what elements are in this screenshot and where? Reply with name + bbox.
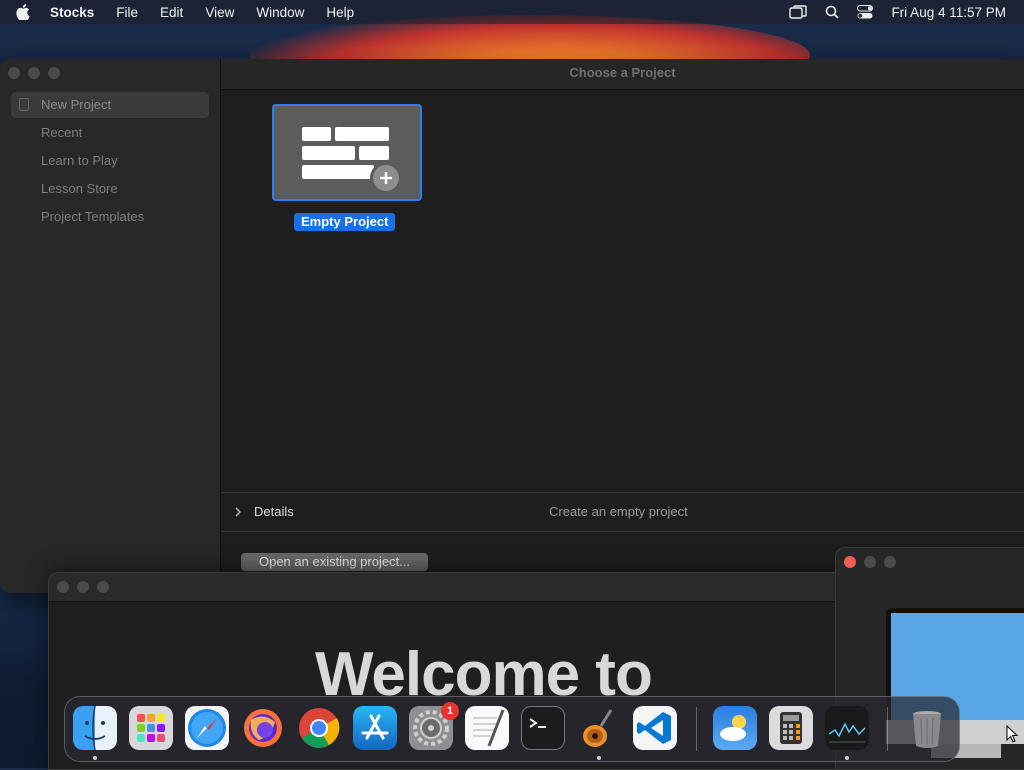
close-button[interactable] bbox=[57, 581, 69, 593]
menu-help[interactable]: Help bbox=[315, 5, 365, 20]
menu-view[interactable]: View bbox=[194, 5, 245, 20]
running-indicator bbox=[845, 756, 849, 760]
details-description: Create an empty project bbox=[549, 504, 688, 519]
sidebar-item-label: Recent bbox=[41, 125, 83, 140]
zoom-button[interactable] bbox=[97, 581, 109, 593]
terminal-icon[interactable] bbox=[521, 706, 565, 750]
window-controls bbox=[57, 581, 109, 593]
empty-project-tile[interactable] bbox=[272, 104, 422, 201]
welcome-window-titlebar bbox=[49, 573, 849, 602]
zoom-button[interactable] bbox=[884, 556, 896, 568]
menu-edit[interactable]: Edit bbox=[149, 5, 194, 20]
chrome-icon[interactable] bbox=[297, 706, 341, 750]
firefox-icon[interactable] bbox=[241, 706, 285, 750]
sidebar-item-learn-to-play[interactable]: Learn to Play bbox=[11, 148, 209, 174]
notification-badge: 1 bbox=[441, 702, 459, 720]
open-existing-project-button[interactable]: Open an existing project... bbox=[241, 553, 428, 571]
details-bar: Details Create an empty project bbox=[221, 492, 1024, 532]
window-controls bbox=[844, 556, 896, 568]
sidebar-item-label: Learn to Play bbox=[41, 153, 118, 168]
sidebar-item-lesson-store[interactable]: Lesson Store bbox=[11, 176, 209, 202]
sidebar: New Project Recent Learn to Play Lesson … bbox=[0, 59, 221, 593]
window-controls bbox=[8, 67, 60, 79]
menu-window[interactable]: Window bbox=[245, 5, 315, 20]
weather-icon[interactable] bbox=[713, 706, 757, 750]
spotlight-search-icon[interactable] bbox=[825, 5, 840, 19]
sidebar-item-label: New Project bbox=[41, 97, 112, 112]
stocks-icon[interactable] bbox=[825, 706, 869, 750]
running-indicator bbox=[597, 756, 601, 760]
minimize-button[interactable] bbox=[864, 556, 876, 568]
app-store-icon[interactable] bbox=[353, 706, 397, 750]
trash-icon[interactable] bbox=[905, 706, 949, 750]
sidebar-item-label: Project Templates bbox=[41, 209, 145, 224]
safari-icon[interactable] bbox=[185, 706, 229, 750]
apple-menu-icon[interactable] bbox=[0, 4, 44, 20]
zoom-button[interactable] bbox=[48, 67, 60, 79]
empty-project-thumbnail-icon bbox=[302, 127, 402, 194]
menu-clock[interactable]: Fri Aug 4 11:57 PM bbox=[891, 5, 1006, 20]
menu-app-name[interactable]: Stocks bbox=[44, 5, 105, 20]
close-button[interactable] bbox=[8, 67, 20, 79]
dock-separator bbox=[696, 707, 697, 751]
garageband-icon[interactable] bbox=[577, 706, 621, 750]
sidebar-item-label: Lesson Store bbox=[41, 181, 118, 196]
textedit-icon[interactable] bbox=[465, 706, 509, 750]
menu-bar: Stocks File Edit View Window Help Fri Au… bbox=[0, 0, 1024, 24]
running-indicator bbox=[93, 756, 97, 760]
sidebar-item-new-project[interactable]: New Project bbox=[11, 92, 209, 118]
sidebar-item-recent[interactable]: Recent bbox=[11, 120, 209, 146]
window-title: Choose a Project bbox=[221, 59, 1024, 90]
sidebar-item-project-templates[interactable]: Project Templates bbox=[11, 204, 209, 230]
minimize-button[interactable] bbox=[28, 67, 40, 79]
control-center-icon[interactable] bbox=[857, 5, 874, 19]
chevron-right-icon[interactable] bbox=[234, 505, 242, 520]
finder-icon[interactable] bbox=[73, 706, 117, 750]
minimize-button[interactable] bbox=[77, 581, 89, 593]
document-icon bbox=[19, 98, 29, 111]
details-label[interactable]: Details bbox=[254, 504, 294, 519]
empty-project-label[interactable]: Empty Project bbox=[294, 213, 396, 231]
screen-mirroring-icon[interactable] bbox=[789, 5, 808, 19]
calculator-icon[interactable] bbox=[769, 706, 813, 750]
project-chooser-window: New Project Recent Learn to Play Lesson … bbox=[0, 59, 1024, 593]
main-content: Choose a Project Empty Project Details C… bbox=[221, 59, 1024, 593]
mouse-pointer-icon bbox=[1006, 724, 1019, 748]
launchpad-icon[interactable] bbox=[129, 706, 173, 750]
dock: 1 bbox=[64, 696, 960, 762]
close-button[interactable] bbox=[844, 556, 856, 568]
vscode-icon[interactable] bbox=[633, 706, 677, 750]
dock-separator bbox=[887, 707, 888, 751]
menu-file[interactable]: File bbox=[105, 5, 149, 20]
